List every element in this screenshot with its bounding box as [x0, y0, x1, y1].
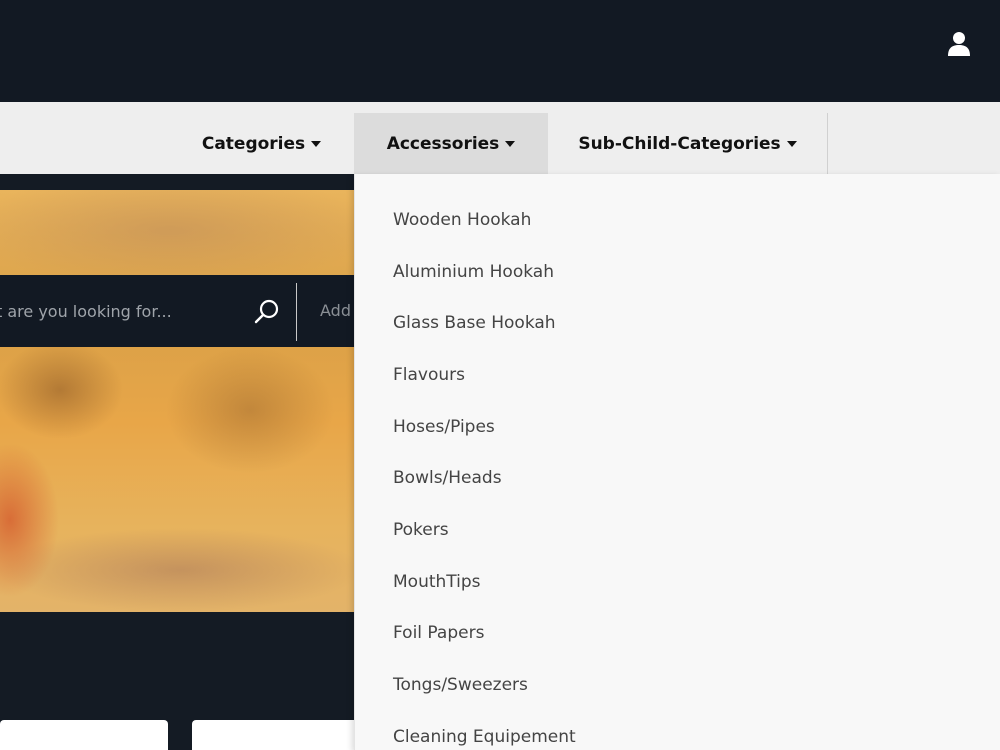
dropdown-item-wooden-hookah[interactable]: Wooden Hookah [355, 194, 1000, 246]
caret-down-icon [311, 140, 322, 147]
dropdown-item-mouthtips[interactable]: MouthTips [355, 556, 1000, 608]
nav-item-categories[interactable]: Categories [190, 113, 333, 174]
user-icon[interactable] [946, 30, 972, 58]
caret-down-icon [505, 140, 516, 147]
nav-item-label: Sub-Child-Categories [578, 133, 781, 154]
content-card [0, 720, 168, 750]
dropdown-item-cleaning-equipement[interactable]: Cleaning Equipement [355, 711, 1000, 750]
dropdown-item-glass-base-hookah[interactable]: Glass Base Hookah [355, 297, 1000, 349]
search-icon[interactable] [254, 299, 280, 325]
nav-item-label: Categories [201, 133, 306, 154]
nav-item-label: Accessories [386, 133, 500, 154]
top-header [0, 0, 1000, 102]
dropdown-item-hoses-pipes[interactable]: Hoses/Pipes [355, 401, 1000, 453]
hero-image [0, 190, 360, 612]
dropdown-item-foil-papers[interactable]: Foil Papers [355, 608, 1000, 660]
dropdown-item-tongs-sweezers[interactable]: Tongs/Sweezers [355, 659, 1000, 711]
content-card [192, 720, 362, 750]
caret-down-icon [786, 140, 797, 147]
search-divider [296, 283, 297, 341]
dropdown-item-flavours[interactable]: Flavours [355, 349, 1000, 401]
dropdown-item-bowls-heads[interactable]: Bowls/Heads [355, 452, 1000, 504]
dropdown-item-pokers[interactable]: Pokers [355, 504, 1000, 556]
nav-item-sub-child-categories[interactable]: Sub-Child-Categories [548, 113, 828, 174]
accessories-dropdown-menu: Wooden Hookah Aluminium Hookah Glass Bas… [354, 174, 1000, 750]
dropdown-item-aluminium-hookah[interactable]: Aluminium Hookah [355, 246, 1000, 298]
search-bar: Add [0, 275, 360, 347]
nav-item-accessories[interactable]: Accessories [354, 113, 548, 174]
search-input[interactable] [0, 275, 240, 347]
main-nav: Categories Accessories Sub-Child-Categor… [0, 102, 1000, 174]
